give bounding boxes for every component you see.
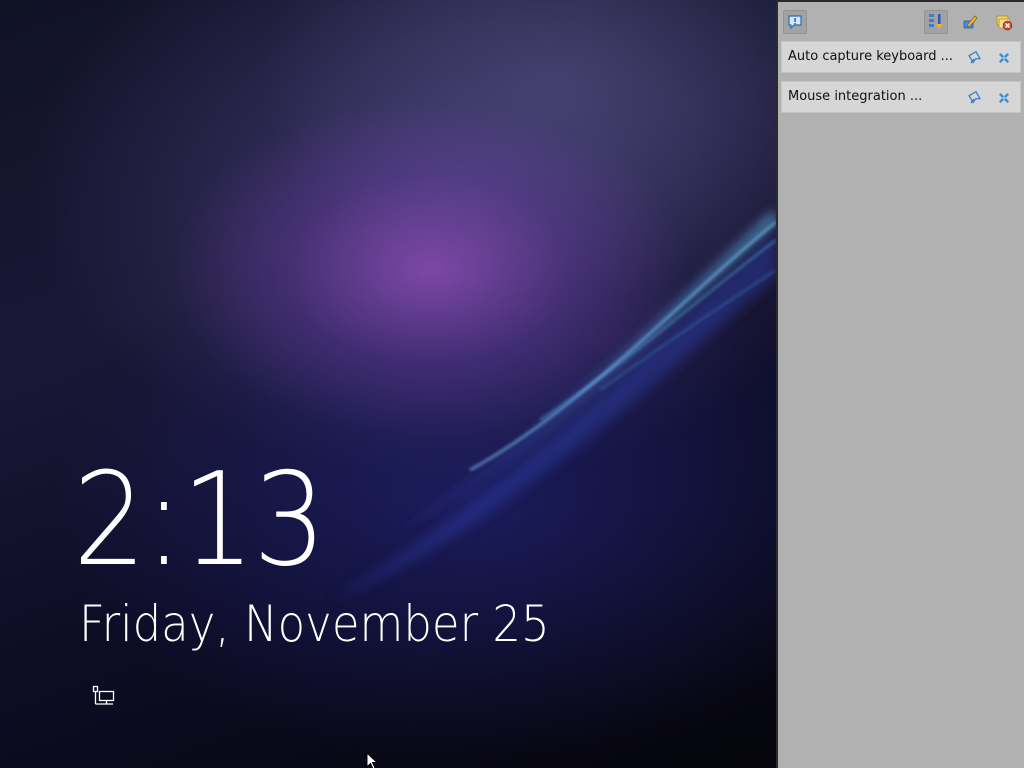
edit-button[interactable]: [958, 10, 982, 34]
panel-toolbar: [778, 2, 1024, 40]
pin-icon[interactable]: [968, 51, 982, 65]
close-icon[interactable]: [997, 51, 1011, 65]
dismiss-all-button[interactable]: [992, 10, 1016, 34]
dismiss-all-icon: [996, 15, 1013, 31]
notice-text: Auto capture keyboard ...: [788, 49, 954, 64]
notice-mouse-integration[interactable]: Mouse integration ...: [781, 81, 1021, 113]
lock-screen-date: Friday, November 25: [79, 595, 550, 653]
close-icon[interactable]: [997, 91, 1011, 105]
notification-panel: Auto capture keyboard ... Mouse integrat…: [776, 0, 1024, 768]
lock-screen-clock: 2:13: [73, 446, 326, 595]
network-status-icon[interactable]: [92, 685, 116, 707]
sort-order-button[interactable]: [924, 10, 948, 34]
sort-order-icon: [929, 14, 943, 29]
notice-auto-capture-keyboard[interactable]: Auto capture keyboard ...: [781, 41, 1021, 73]
lock-screen[interactable]: 2:13 Friday, November 25: [0, 0, 776, 768]
edit-pencil-icon: [963, 15, 978, 29]
notification-info-button[interactable]: [783, 10, 807, 34]
pin-icon[interactable]: [968, 91, 982, 105]
notification-info-icon: [788, 15, 802, 30]
notice-text: Mouse integration ...: [788, 89, 923, 104]
mouse-cursor-icon: [366, 752, 378, 768]
